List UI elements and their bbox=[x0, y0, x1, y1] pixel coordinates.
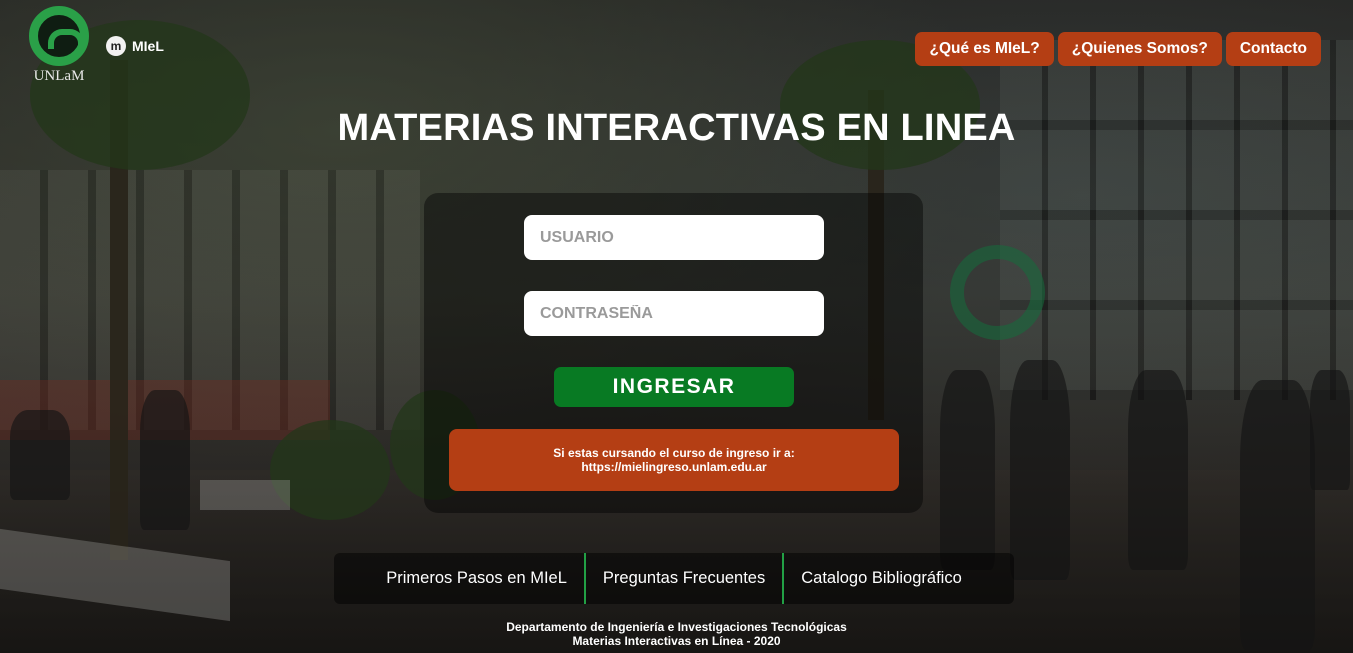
miel-logo[interactable]: m MIeL bbox=[106, 36, 164, 56]
background-person bbox=[10, 410, 70, 500]
background-person bbox=[1010, 360, 1070, 580]
unlam-emblem-icon bbox=[29, 6, 89, 66]
background-person bbox=[940, 370, 995, 570]
background-building-right bbox=[1000, 40, 1353, 400]
ingreso-notice[interactable]: Si estas cursando el curso de ingreso ir… bbox=[449, 429, 899, 491]
notice-text: Si estas cursando el curso de ingreso ir… bbox=[553, 446, 795, 460]
page-title: MATERIAS INTERACTIVAS EN LINEA bbox=[337, 107, 1016, 149]
nav-quienes-somos-button[interactable]: ¿Quienes Somos? bbox=[1057, 32, 1222, 66]
username-input[interactable] bbox=[524, 215, 824, 260]
footer-copyright: Materias Interactivas en Línea - 2020 bbox=[572, 634, 781, 648]
page-footer: Departamento de Ingeniería e Investigaci… bbox=[0, 620, 1353, 648]
link-primeros-pasos[interactable]: Primeros Pasos en MIeL bbox=[369, 553, 584, 604]
miel-logo-text: MIeL bbox=[132, 38, 164, 54]
miel-mark-icon: m bbox=[106, 36, 126, 56]
link-preguntas-frecuentes[interactable]: Preguntas Frecuentes bbox=[586, 553, 782, 604]
background-person bbox=[1310, 370, 1350, 490]
top-nav: ¿Qué es MIeL? ¿Quienes Somos? Contacto bbox=[915, 32, 1321, 66]
unlam-logo-text: UNLaM bbox=[33, 68, 85, 84]
background-person bbox=[140, 390, 190, 530]
background-person bbox=[1240, 380, 1315, 650]
background-person bbox=[1128, 370, 1188, 570]
footer-department: Departamento de Ingeniería e Investigaci… bbox=[506, 620, 847, 634]
background-bench bbox=[200, 480, 290, 510]
login-button[interactable]: INGRESAR bbox=[554, 367, 794, 407]
link-catalogo-bibliografico[interactable]: Catalogo Bibliográfico bbox=[784, 553, 979, 604]
background-emblem bbox=[950, 245, 1045, 340]
footer-links-bar: Primeros Pasos en MIeL Preguntas Frecuen… bbox=[334, 553, 1014, 604]
unlam-logo[interactable]: UNLaM bbox=[24, 6, 94, 85]
password-input[interactable] bbox=[524, 291, 824, 336]
nav-contacto-button[interactable]: Contacto bbox=[1225, 32, 1321, 66]
nav-que-es-miel-button[interactable]: ¿Qué es MIeL? bbox=[915, 32, 1054, 66]
notice-link[interactable]: https://mielingreso.unlam.edu.ar bbox=[449, 460, 899, 474]
